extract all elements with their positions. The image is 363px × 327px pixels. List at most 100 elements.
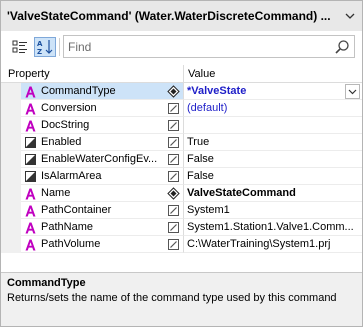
property-value-cell[interactable]: False (183, 151, 362, 168)
property-window: 'ValveStateCommand' (Water.WaterDiscrete… (0, 0, 363, 327)
svg-text:Z: Z (37, 48, 42, 55)
property-value-cell[interactable]: False (183, 168, 362, 185)
boolean-icon (25, 171, 36, 182)
property-value-cell[interactable]: *ValveState (183, 83, 362, 100)
value-column-header[interactable]: Value (188, 68, 215, 80)
property-row[interactable]: PathVolume C:\WaterTraining\System1.prj (1, 236, 362, 253)
property-name: PathVolume (41, 238, 101, 250)
locked-diamond-icon (167, 85, 180, 98)
property-value-cell[interactable]: C:\WaterTraining\System1.prj (183, 236, 362, 253)
attribute-icon (24, 85, 36, 98)
description-title: CommandType (7, 277, 86, 289)
property-name-cell[interactable]: DocString (21, 117, 183, 134)
toolbar: A Z (1, 31, 362, 63)
description-text: Returns/sets the name of the command typ… (7, 292, 337, 304)
row-gutter (1, 236, 21, 253)
window-menu-chevron-icon[interactable] (342, 8, 358, 24)
grid-header: Property Value (1, 65, 362, 83)
property-name-cell[interactable]: IsAlarmArea (21, 168, 183, 185)
property-value: System1 (187, 204, 230, 216)
property-value-cell[interactable]: System1.Station1.Valve1.Comm... (183, 219, 362, 236)
search-input[interactable] (68, 38, 328, 55)
property-name: EnableWaterConfigEv... (41, 153, 158, 165)
property-name-cell[interactable]: EnableWaterConfigEv... (21, 151, 183, 168)
property-value: *ValveState (187, 85, 247, 97)
property-name: IsAlarmArea (41, 170, 102, 182)
row-gutter (1, 168, 21, 185)
property-row[interactable]: Enabled True (1, 134, 362, 151)
row-gutter (1, 202, 21, 219)
property-column-header[interactable]: Property (8, 68, 50, 80)
categorized-list-icon (12, 40, 27, 53)
description-panel: CommandType Returns/sets the name of the… (1, 272, 362, 326)
property-row[interactable]: EnableWaterConfigEv... False (1, 151, 362, 168)
row-gutter (1, 219, 21, 236)
column-divider[interactable] (183, 65, 184, 83)
property-name-cell[interactable]: PathContainer (21, 202, 183, 219)
property-name: Name (41, 187, 71, 199)
editable-icon (167, 153, 180, 166)
editable-icon (167, 238, 180, 251)
property-value: ValveStateCommand (187, 187, 296, 199)
locked-diamond-icon (167, 187, 180, 200)
boolean-icon (25, 137, 36, 148)
property-value: System1.Station1.Valve1.Comm... (187, 221, 354, 233)
property-name-cell[interactable]: Enabled (21, 134, 183, 151)
property-name: DocString (41, 119, 90, 131)
row-gutter (1, 83, 21, 100)
property-row[interactable]: PathName System1.Station1.Valve1.Comm... (1, 219, 362, 236)
property-row[interactable]: DocString (1, 117, 362, 134)
sort-alphabetical-button[interactable]: A Z (34, 37, 56, 57)
property-value: False (187, 170, 214, 182)
chevron-down-icon (348, 89, 357, 94)
search-box[interactable] (63, 35, 355, 58)
row-gutter (1, 117, 21, 134)
search-icon[interactable] (334, 39, 350, 55)
property-name-cell[interactable]: CommandType (21, 83, 183, 100)
property-row[interactable]: PathContainer System1 (1, 202, 362, 219)
title-bar[interactable]: 'ValveStateCommand' (Water.WaterDiscrete… (1, 1, 362, 31)
property-value: True (187, 136, 210, 148)
attribute-icon (24, 204, 36, 217)
attribute-icon (24, 119, 36, 132)
window-title: 'ValveStateCommand' (Water.WaterDiscrete… (7, 9, 331, 23)
svg-text:A: A (37, 40, 43, 48)
attribute-icon (24, 221, 36, 234)
property-row[interactable]: IsAlarmArea False (1, 168, 362, 185)
property-value-cell[interactable]: True (183, 134, 362, 151)
value-dropdown-button[interactable] (345, 84, 360, 99)
row-gutter (1, 100, 21, 117)
property-name-cell[interactable]: Conversion (21, 100, 183, 117)
property-row[interactable]: Conversion (default) (1, 100, 362, 117)
editable-icon (167, 136, 180, 149)
property-name-cell[interactable]: Name (21, 185, 183, 202)
property-name: Conversion (41, 102, 97, 114)
categorized-button[interactable] (9, 37, 31, 57)
row-gutter (1, 151, 21, 168)
property-name: CommandType (41, 85, 116, 97)
property-value: (default) (187, 102, 228, 114)
row-gutter (1, 134, 21, 151)
editable-icon (167, 221, 180, 234)
property-row[interactable]: Name ValveStateCommand (1, 185, 362, 202)
property-value: C:\WaterTraining\System1.prj (187, 238, 331, 250)
property-name: Enabled (41, 136, 82, 148)
editable-icon (167, 102, 180, 115)
property-name-cell[interactable]: PathVolume (21, 236, 183, 253)
attribute-icon (24, 187, 36, 200)
property-value: False (187, 153, 214, 165)
property-row[interactable]: CommandType *ValveState (1, 83, 362, 100)
property-name-cell[interactable]: PathName (21, 219, 183, 236)
toolbar-divider (59, 38, 60, 56)
property-value-cell[interactable]: (default) (183, 100, 362, 117)
property-value-cell[interactable]: ValveStateCommand (183, 185, 362, 202)
editable-icon (167, 204, 180, 217)
property-name: PathName (41, 221, 93, 233)
row-gutter (1, 185, 21, 202)
attribute-icon (24, 102, 36, 115)
boolean-icon (25, 154, 36, 165)
editable-icon (167, 119, 180, 132)
sort-alphabetical-icon: A Z (37, 40, 53, 55)
property-value-cell[interactable] (183, 117, 362, 134)
property-value-cell[interactable]: System1 (183, 202, 362, 219)
